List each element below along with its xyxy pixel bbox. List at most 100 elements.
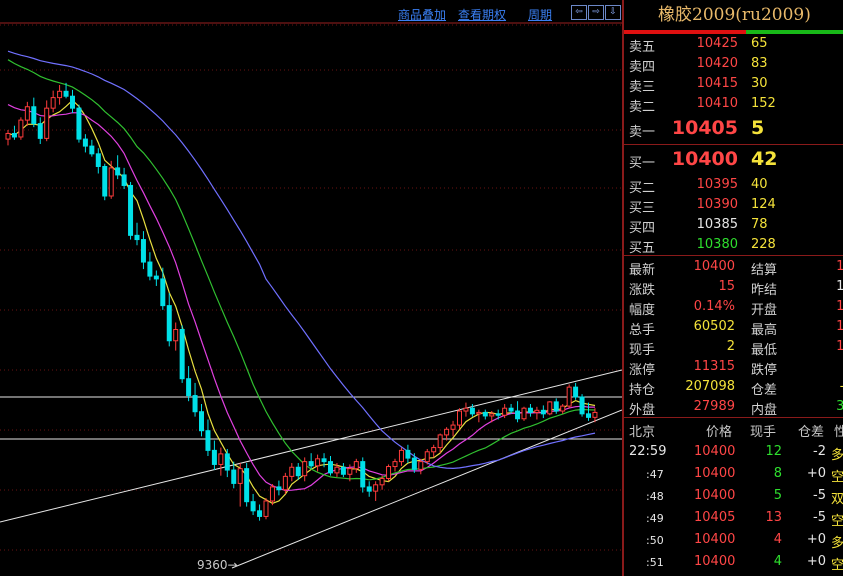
stat-value: 10400 [693, 259, 735, 274]
stats-row: 现手 2 最低 103 [624, 337, 843, 358]
stat-label: 跌停 [751, 363, 778, 378]
tick-row[interactable]: 22:59 10400 12 -2 多 [624, 440, 843, 463]
candle [353, 458, 359, 473]
candle [95, 148, 101, 174]
candle [140, 231, 146, 270]
trend-line [231, 409, 622, 569]
candle [186, 366, 192, 402]
stat-label: 外盘 [629, 403, 656, 418]
candle-body [134, 234, 140, 241]
stats-row: 持仓 207098 仓差 -13 [624, 377, 843, 398]
product-overlay-link[interactable]: 商品叠加 [398, 6, 446, 23]
stat-value: 104 [801, 259, 843, 274]
candle-body [547, 401, 553, 415]
bid-row-best[interactable]: 买一 10400 42 [624, 145, 843, 175]
tick-volume: 4 [773, 532, 782, 547]
scroll-right-icon[interactable]: ⇨ [588, 5, 604, 20]
ticks-header: 北京 价格 现手 仓差 性 [624, 418, 843, 440]
quote-panel: 橡胶2009(ru2009) 卖五 10425 65 卖四 10420 83 卖三 104… [622, 0, 843, 576]
candle [173, 322, 179, 351]
ask-row[interactable]: 卖二 10410 152 [624, 94, 843, 115]
candle-body [276, 486, 282, 491]
candle [398, 447, 404, 466]
tick-row[interactable]: :48 10400 5 -5 双 [624, 484, 843, 507]
ask-label: 卖一 [629, 125, 656, 140]
bid-label: 买五 [629, 241, 656, 256]
tick-row[interactable]: :47 10400 8 +0 空 [624, 462, 843, 485]
bid-volume: 124 [751, 197, 776, 212]
candle-body [321, 458, 327, 463]
stats-row: 涨跌 15 昨结 103 [624, 277, 843, 298]
candle-body [102, 165, 108, 197]
kline-chart[interactable] [0, 0, 622, 576]
tick-row[interactable]: :50 10400 4 +0 多 [624, 528, 843, 551]
zoom-icon[interactable]: ⇩ [605, 5, 621, 20]
ask-row[interactable]: 卖三 10415 30 [624, 74, 843, 95]
kline-chart-area[interactable]: 商品叠加 查看期权 周期 ⇦ ⇨ ⇩ 9360→ [0, 0, 622, 576]
candle-body [186, 378, 192, 397]
ask-row[interactable]: 卖四 10420 83 [624, 54, 843, 75]
candle [134, 222, 140, 246]
tick-price: 10400 [694, 532, 736, 547]
tick-nature: 空 [831, 470, 843, 485]
bid-row[interactable]: 买三 10390 124 [624, 195, 843, 216]
candle-body [263, 500, 269, 517]
candle-body [140, 239, 146, 263]
bid-row[interactable]: 买二 10395 40 [624, 175, 843, 196]
candle [340, 463, 346, 478]
tick-volume: 5 [773, 488, 782, 503]
candle [315, 454, 321, 472]
ask-row-best[interactable]: 卖一 10405 5 [624, 114, 843, 144]
tick-row[interactable]: :49 10405 13 -5 空 [624, 506, 843, 529]
candle-body [108, 167, 114, 197]
tick-oi-change: +0 [806, 554, 826, 569]
view-options-link[interactable]: 查看期权 [458, 6, 506, 23]
candle-body [366, 486, 372, 492]
bid-row[interactable]: 买四 10385 78 [624, 215, 843, 236]
candle-body [405, 449, 411, 459]
tick-time: :48 [646, 490, 664, 503]
candle-body [302, 461, 308, 477]
candle-body [560, 405, 566, 412]
candle-body [508, 407, 514, 412]
stat-value: 104 [801, 299, 843, 314]
candle-body [373, 484, 379, 492]
candle [411, 453, 417, 473]
candle [560, 404, 566, 414]
stat-label: 总手 [629, 323, 656, 338]
candle-body [89, 145, 95, 155]
candle [50, 90, 56, 113]
candle [18, 117, 24, 140]
bid-price: 10385 [696, 217, 738, 232]
stat-label: 开盘 [751, 303, 778, 318]
period-link[interactable]: 周期 [528, 6, 552, 23]
candle [147, 252, 153, 281]
candle-body [340, 466, 346, 475]
scroll-left-icon[interactable]: ⇦ [571, 5, 587, 20]
stats-row: 幅度 0.14% 开盘 104 [624, 297, 843, 318]
tick-row[interactable]: :51 10400 4 +0 空 [624, 550, 843, 573]
candle-body [95, 153, 101, 167]
candle [586, 402, 591, 421]
candle [289, 463, 295, 482]
ask-row[interactable]: 卖五 10425 65 [624, 34, 843, 55]
candle-body [63, 90, 69, 97]
candle-body [411, 457, 417, 470]
bid-price: 10390 [696, 197, 738, 212]
stat-value: 0.14% [693, 299, 735, 314]
bid-row[interactable]: 买五 10380 228 [624, 235, 843, 256]
candle [566, 384, 572, 409]
ticks-header-nature: 性 [834, 421, 843, 440]
candle-body [476, 411, 482, 415]
stat-label: 现手 [629, 343, 656, 358]
candle-body [173, 329, 179, 342]
candle [218, 447, 224, 476]
candle [302, 457, 308, 482]
candle [263, 498, 269, 520]
candle [121, 167, 127, 189]
candle-body [50, 97, 56, 109]
candle-body [82, 138, 88, 147]
candle-body [353, 461, 359, 470]
tick-time: :47 [646, 468, 664, 481]
tick-oi-change: +0 [806, 532, 826, 547]
